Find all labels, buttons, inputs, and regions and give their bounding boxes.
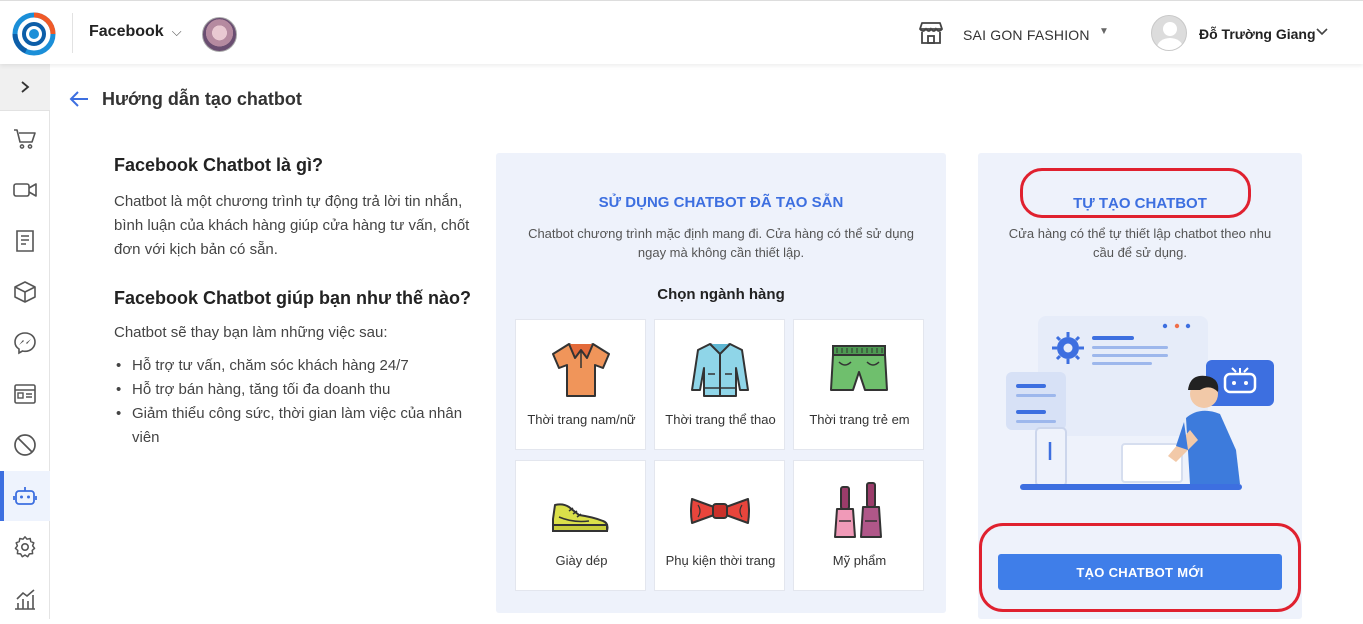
industry-card-accessories[interactable]: Phụ kiện thời trang (654, 460, 785, 591)
list-item: Giảm thiểu công sức, thời gian làm việc … (114, 402, 474, 450)
sidebar-item-settings[interactable] (0, 522, 50, 572)
block-icon (14, 434, 36, 456)
sidebar (0, 64, 50, 619)
sneaker-icon (552, 503, 609, 532)
chevron-down-icon[interactable] (1315, 27, 1329, 37)
industry-card-shoes[interactable]: Giày dép (515, 460, 646, 591)
shop-name[interactable]: SAI GON FASHION (963, 27, 1090, 43)
sidebar-item-livestream[interactable] (0, 165, 50, 215)
sidebar-item-posts[interactable] (0, 216, 50, 266)
chart-icon (15, 589, 35, 610)
sidebar-item-messenger[interactable] (0, 318, 50, 368)
template-chatbot-panel: SỬ DỤNG CHATBOT ĐÃ TẠO SẴN Chatbot chươn… (496, 153, 946, 613)
page-title: Hướng dẫn tạo chatbot (102, 89, 302, 109)
contact-card-icon (14, 384, 36, 404)
template-panel-description: Chatbot chương trình mặc định mang đi. C… (516, 224, 926, 262)
bowtie-icon (690, 498, 750, 524)
intro-question-1: Facebook Chatbot là gì? (114, 155, 324, 175)
choose-industry-label: Chọn ngành hàng (657, 286, 785, 303)
robot-icon (13, 487, 37, 505)
template-desc-line-1: Chatbot chương trình mặc định mang đi. C… (528, 226, 914, 241)
page-avatar[interactable] (202, 17, 237, 52)
industry-label: Mỹ phẩm (832, 553, 887, 568)
nail-polish-icon (834, 482, 882, 538)
shorts-icon (830, 345, 888, 391)
channel-selector[interactable]: Facebook ⌵ (89, 23, 182, 41)
industry-card-fashion[interactable]: Thời trang nam/nữ (515, 319, 646, 450)
chevron-down-icon: ⌵ (171, 24, 182, 39)
highlight-ring-title (1020, 168, 1251, 218)
industry-label: Giày dép (555, 553, 608, 568)
intro-answer-2: Chatbot sẽ thay bạn làm những việc sau: (114, 324, 388, 341)
intro-question-2: Facebook Chatbot giúp bạn như thế nào? (114, 288, 472, 308)
industry-label: Thời trang thể thao (665, 412, 776, 427)
sidebar-item-customers[interactable] (0, 369, 50, 419)
app-logo-icon[interactable] (12, 12, 56, 56)
intro-section: Facebook Chatbot là gì? Chatbot là một c… (114, 155, 474, 450)
list-item: Hỗ trợ tư vấn, chăm sóc khách hàng 24/7 (114, 354, 474, 378)
user-avatar[interactable] (1151, 15, 1187, 51)
sidebar-item-orders[interactable] (0, 114, 50, 164)
create-new-chatbot-button[interactable]: TẠO CHATBOT MỚI (998, 554, 1282, 590)
benefits-list: Hỗ trợ tư vấn, chăm sóc khách hàng 24/7 … (114, 354, 474, 450)
sidebar-item-chatbot[interactable] (0, 471, 50, 521)
top-bar: Facebook ⌵ SAI GON FASHION ▼ Đỗ Trường Gi… (0, 0, 1363, 64)
industry-card-sportswear[interactable]: Thời trang thể thao (654, 319, 785, 450)
header-divider (72, 13, 73, 53)
list-item: Hỗ trợ bán hàng, tăng tối đa doanh thu (114, 378, 474, 402)
shirt-icon (552, 343, 610, 397)
user-name[interactable]: Đỗ Trường Giang (1199, 26, 1316, 42)
video-camera-icon (13, 183, 37, 197)
intro-answer-1: Chatbot là một chương trình tự động trả … (114, 193, 470, 258)
industry-card-kids[interactable]: Thời trang trẻ em (793, 319, 924, 450)
industry-label: Thời trang nam/nữ (527, 412, 636, 427)
box-icon (14, 281, 36, 303)
industry-label: Thời trang trẻ em (809, 412, 910, 427)
custom-desc-line-1: Cửa hàng có thể tự thiết lập chatbot the… (1008, 226, 1272, 241)
chevron-right-icon (21, 81, 30, 93)
channel-label: Facebook (89, 23, 164, 40)
jacket-icon (691, 343, 749, 397)
caret-down-icon[interactable]: ▼ (1099, 26, 1109, 37)
template-desc-line-2: ngay mà không cần thiết lập. (637, 245, 805, 260)
document-icon (16, 230, 34, 252)
sidebar-item-reports[interactable] (0, 574, 50, 624)
industry-card-cosmetics[interactable]: Mỹ phẩm (793, 460, 924, 591)
gear-icon (14, 536, 36, 558)
template-panel-title: SỬ DỤNG CHATBOT ĐÃ TẠO SẴN (598, 194, 844, 211)
cart-icon (14, 129, 36, 149)
sidebar-item-products[interactable] (0, 267, 50, 317)
back-arrow-icon[interactable] (68, 89, 90, 109)
industry-label: Phụ kiện thời trang (665, 553, 776, 568)
sidebar-item-blocked[interactable] (0, 420, 50, 470)
chatbot-illustration (1006, 316, 1274, 490)
sidebar-expand-button[interactable] (0, 64, 50, 111)
custom-desc-line-2: cầu để sử dụng. (1093, 245, 1187, 260)
store-icon (919, 22, 943, 44)
messenger-icon (14, 332, 36, 355)
custom-panel-description: Cửa hàng có thể tự thiết lập chatbot the… (992, 224, 1288, 262)
